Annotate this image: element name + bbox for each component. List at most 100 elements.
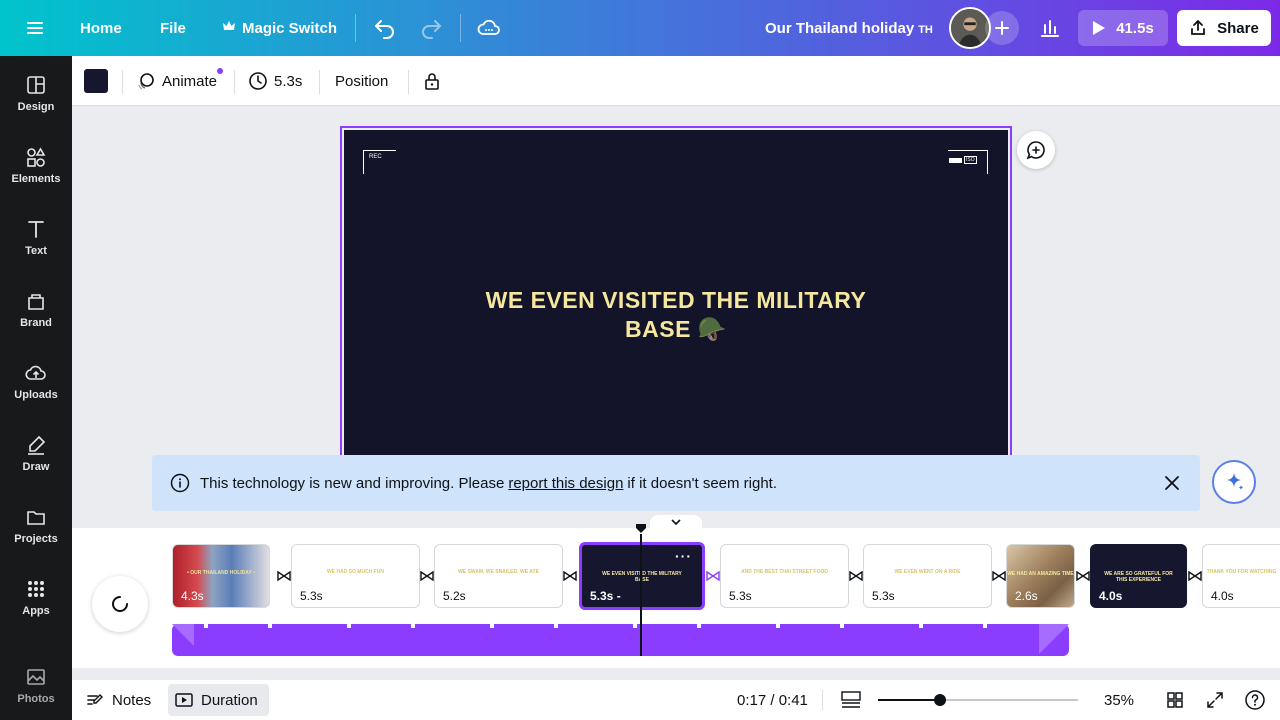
magic-switch-label: Magic Switch bbox=[242, 19, 338, 37]
animate-button[interactable]: Animate bbox=[136, 56, 223, 106]
page-thumbnail-4-selected[interactable]: WE EVEN VISITED THE MILITARY BASE 5.3s -… bbox=[579, 542, 705, 610]
thumbnail-text: WE SWAM, WE SNAILED, WE ATE bbox=[458, 569, 539, 575]
rec-label: REC bbox=[369, 154, 382, 160]
sidebar-item-brand[interactable]: Brand bbox=[0, 276, 72, 342]
crown-icon bbox=[222, 19, 236, 37]
duration-label: Duration bbox=[201, 691, 258, 709]
report-design-link[interactable]: report this design bbox=[508, 475, 623, 492]
sidebar-item-photos[interactable]: Photos bbox=[0, 652, 72, 718]
bottombar-divider bbox=[822, 690, 823, 710]
document-title-suffix: TH bbox=[918, 23, 933, 36]
sidebar-item-label: Apps bbox=[22, 604, 50, 617]
sidebar-item-draw[interactable]: Draw bbox=[0, 420, 72, 486]
lock-icon[interactable] bbox=[422, 56, 442, 106]
sidebar-item-projects[interactable]: Projects bbox=[0, 492, 72, 558]
share-icon bbox=[1189, 19, 1207, 37]
banner-text: This technology is new and improving. Pl… bbox=[200, 474, 505, 492]
magic-assistant-button[interactable] bbox=[1212, 460, 1256, 504]
toolbar-divider bbox=[234, 70, 235, 94]
present-play-button[interactable]: 41.5s bbox=[1078, 10, 1168, 46]
info-icon bbox=[170, 473, 190, 493]
transition-icon[interactable] bbox=[991, 568, 1007, 584]
info-banner: This technology is new and improving. Pl… bbox=[152, 455, 1200, 511]
chevron-down-icon bbox=[671, 519, 681, 526]
grid-layout-icon[interactable] bbox=[840, 684, 862, 716]
transition-icon[interactable] bbox=[848, 568, 864, 584]
add-comment-button[interactable] bbox=[1017, 131, 1055, 169]
zoom-slider-fill bbox=[878, 699, 940, 701]
document-title[interactable]: Our Thailand holiday TH bbox=[765, 0, 933, 56]
transition-icon[interactable] bbox=[1075, 568, 1091, 584]
sidebar-item-elements[interactable]: Elements bbox=[0, 132, 72, 198]
thumbnail-text: WE EVEN VISITED THE MILITARY BASE bbox=[602, 571, 682, 583]
page-duration: 5.2s bbox=[443, 589, 466, 603]
sidebar-item-design[interactable]: Design bbox=[0, 60, 72, 126]
menu-icon[interactable] bbox=[24, 0, 46, 56]
share-label: Share bbox=[1217, 19, 1259, 37]
page-grid-view-icon[interactable] bbox=[1165, 684, 1185, 716]
page-thumbnail-8[interactable]: WE ARE SO GRATEFUL FOR THIS EXPERIENCE 4… bbox=[1090, 544, 1187, 608]
play-icon bbox=[1092, 20, 1106, 36]
rec-frame-topleft: REC bbox=[363, 150, 396, 174]
home-button[interactable]: Home bbox=[80, 0, 122, 56]
page-duration-button[interactable]: 5.3s bbox=[248, 56, 302, 106]
collapse-timeline-tab[interactable] bbox=[650, 515, 702, 529]
playhead-marker[interactable] bbox=[635, 522, 647, 534]
page-thumbnail-9[interactable]: THANK YOU FOR WATCHING 4.0s bbox=[1202, 544, 1280, 608]
audio-track[interactable] bbox=[172, 624, 1069, 656]
page-thumbnail-3[interactable]: WE SWAM, WE SNAILED, WE ATE 5.2s bbox=[434, 544, 563, 608]
thumbnail-text: • OUR THAILAND HOLIDAY • bbox=[187, 570, 255, 576]
sidebar-item-uploads[interactable]: Uploads bbox=[0, 348, 72, 414]
share-button[interactable]: Share bbox=[1177, 10, 1271, 46]
sidebar-item-apps[interactable]: Apps bbox=[0, 564, 72, 630]
fullscreen-icon[interactable] bbox=[1205, 684, 1225, 716]
sidebar-item-text[interactable]: Text bbox=[0, 204, 72, 270]
zoom-percentage[interactable]: 35% bbox=[1104, 684, 1134, 716]
page-thumbnail-5[interactable]: AND THE BEST THAI STREET FOOD 5.3s bbox=[720, 544, 849, 608]
sidebar-item-label: Draw bbox=[22, 460, 50, 473]
redo-icon[interactable] bbox=[418, 0, 444, 56]
transition-icon[interactable] bbox=[419, 568, 435, 584]
color-picker-button[interactable] bbox=[84, 56, 108, 106]
insights-icon[interactable] bbox=[1030, 10, 1070, 46]
page-thumbnail-2[interactable]: WE HAD SO MUCH FUN 5.3s bbox=[291, 544, 420, 608]
page-thumbnail-6[interactable]: WE EVEN WENT ON A RIDE 5.3s bbox=[863, 544, 992, 608]
brand-icon bbox=[28, 293, 44, 310]
slide-heading[interactable]: WE EVEN VISITED THE MILITARY BASE 🪖 bbox=[344, 286, 1008, 344]
close-icon[interactable] bbox=[1163, 474, 1181, 492]
comment-add-icon bbox=[1026, 141, 1045, 160]
file-menu-button[interactable]: File bbox=[160, 0, 186, 56]
position-button[interactable]: Position bbox=[335, 56, 388, 106]
playhead-line bbox=[640, 534, 642, 656]
design-canvas[interactable]: REC ISO WE EVEN VISITED THE MILITARY BAS… bbox=[344, 130, 1008, 460]
transition-icon[interactable] bbox=[276, 568, 292, 584]
page-thumbnail-1[interactable]: • OUR THAILAND HOLIDAY • 4.3s bbox=[172, 544, 270, 608]
page-duration: 5.3s - bbox=[590, 589, 621, 603]
zoom-slider[interactable] bbox=[878, 690, 1078, 710]
transition-icon[interactable] bbox=[705, 568, 721, 584]
notes-label: Notes bbox=[112, 691, 152, 709]
document-title-text: Our Thailand holiday bbox=[765, 19, 915, 37]
audio-waveform bbox=[172, 624, 1069, 654]
more-options-icon[interactable]: ··· bbox=[675, 548, 692, 564]
draw-icon bbox=[28, 435, 46, 455]
iso-label: ISO bbox=[964, 156, 977, 164]
thumbnail-text: WE EVEN WENT ON A RIDE bbox=[894, 569, 961, 575]
page-duration: 4.0s bbox=[1211, 589, 1234, 603]
loading-spinner bbox=[92, 576, 148, 632]
transition-icon[interactable] bbox=[562, 568, 578, 584]
sidebar-item-label: Photos bbox=[17, 692, 55, 705]
notes-button[interactable]: Notes bbox=[86, 684, 151, 716]
page-thumbnail-7[interactable]: WE HAD AN AMAZING TIME 2.6s bbox=[1006, 544, 1075, 608]
toolbar-divider bbox=[122, 70, 123, 94]
duration-button[interactable]: Duration bbox=[168, 684, 269, 716]
design-icon bbox=[27, 75, 45, 94]
magic-switch-button[interactable]: Magic Switch bbox=[222, 0, 337, 56]
slide-heading-line: BASE 🪖 bbox=[625, 316, 727, 342]
transition-icon[interactable] bbox=[1187, 568, 1203, 584]
undo-icon[interactable] bbox=[372, 0, 398, 56]
add-collaborator-icon[interactable] bbox=[985, 11, 1019, 45]
help-icon[interactable] bbox=[1244, 684, 1266, 716]
cloud-save-icon[interactable] bbox=[476, 0, 502, 56]
zoom-slider-thumb[interactable] bbox=[934, 694, 946, 706]
